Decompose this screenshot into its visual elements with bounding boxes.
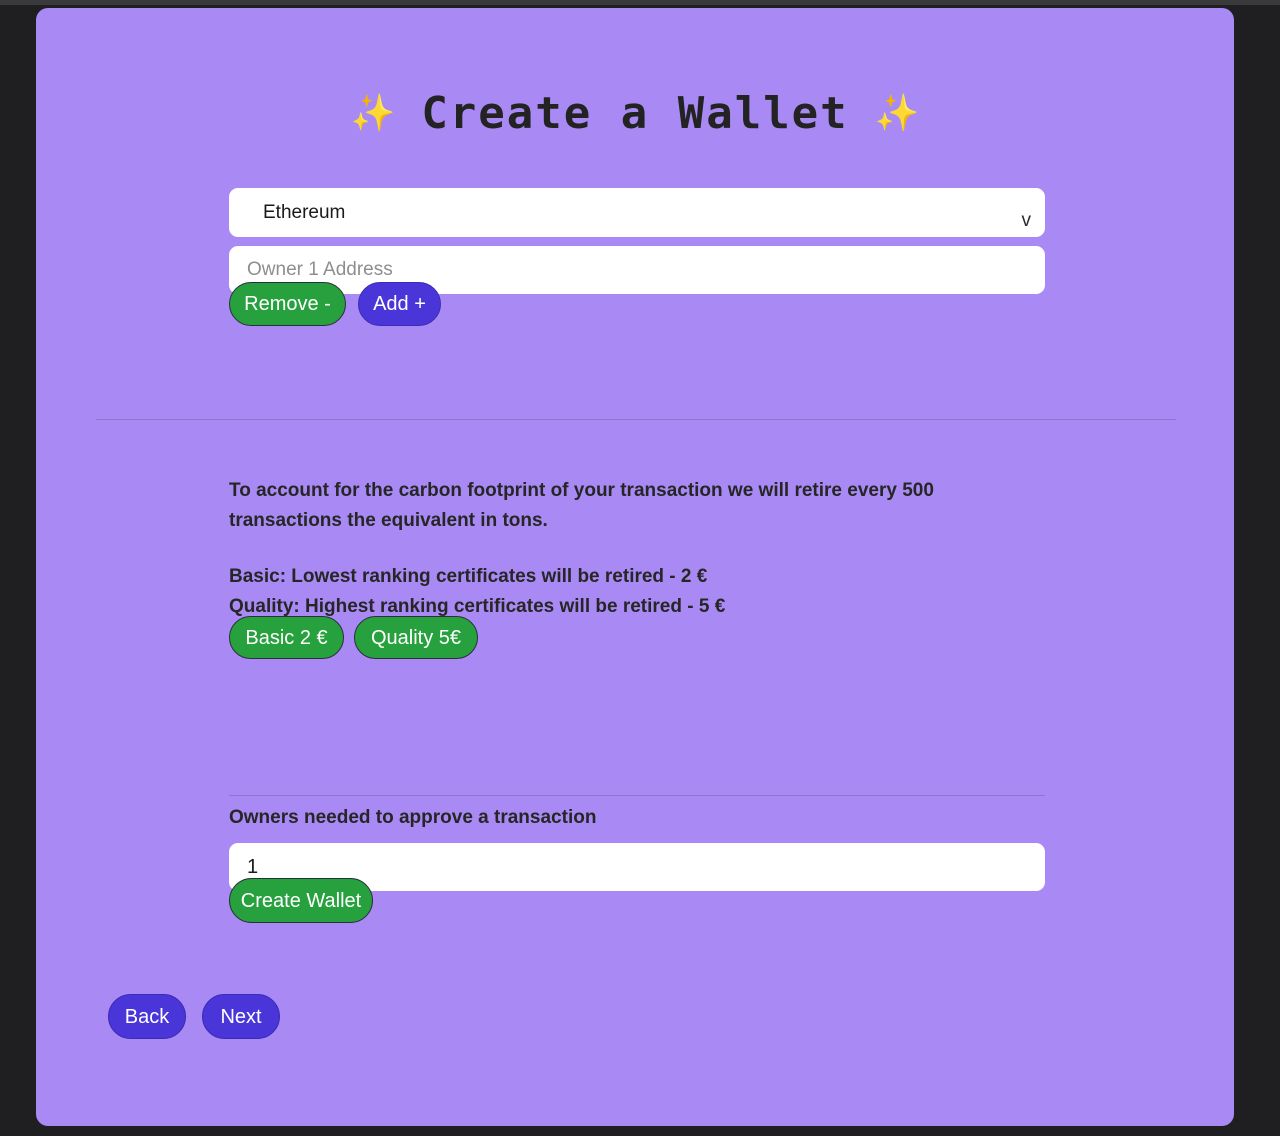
- quality-tier-label: Quality 5€: [370, 626, 462, 649]
- page-title-text: Create a Wallet: [421, 88, 849, 139]
- page-title: ✨ Create a Wallet ✨: [36, 88, 1234, 139]
- create-wallet-button[interactable]: Create Wallet: [229, 878, 373, 923]
- create-wallet-card: ✨ Create a Wallet ✨ Ethereum v Remove - Ad…: [36, 8, 1234, 1126]
- basic-tier-label: Basic 2 €: [245, 626, 328, 649]
- chevron-down-icon: v: [1021, 210, 1032, 231]
- basic-tier-button[interactable]: Basic 2 €: [229, 616, 344, 659]
- quality-tier-button[interactable]: Quality 5€: [354, 616, 478, 659]
- sparkles-icon-right: ✨: [874, 93, 920, 134]
- add-owner-label: Add +: [373, 293, 426, 315]
- approvers-label: Owners needed to approve a transaction: [229, 807, 597, 828]
- next-button[interactable]: Next: [202, 994, 280, 1039]
- carbon-basic-text: Basic: Lowest ranking certificates will …: [229, 566, 708, 587]
- window-chrome-strip: [0, 0, 1280, 5]
- add-owner-button[interactable]: Add +: [358, 282, 441, 326]
- back-button[interactable]: Back: [108, 994, 186, 1039]
- blockchain-select[interactable]: Ethereum v: [229, 188, 1045, 237]
- screen: ✨ Create a Wallet ✨ Ethereum v Remove - Ad…: [0, 0, 1280, 1136]
- carbon-offset-info: To account for the carbon footprint of y…: [229, 476, 1019, 622]
- remove-owner-label: Remove -: [244, 293, 331, 315]
- section-divider-top: [96, 419, 1176, 420]
- remove-owner-button[interactable]: Remove -: [229, 282, 346, 326]
- blockchain-select-value: Ethereum: [263, 201, 346, 223]
- create-wallet-label: Create Wallet: [240, 889, 362, 912]
- owner-1-address-input[interactable]: [229, 246, 1045, 294]
- carbon-intro-text: To account for the carbon footprint of y…: [229, 480, 934, 531]
- sparkles-icon-left: ✨: [350, 93, 396, 134]
- carbon-quality-text: Quality: Highest ranking certificates wi…: [229, 596, 726, 617]
- back-label: Back: [124, 1005, 170, 1028]
- section-divider-bottom: [229, 795, 1045, 796]
- next-label: Next: [220, 1005, 262, 1028]
